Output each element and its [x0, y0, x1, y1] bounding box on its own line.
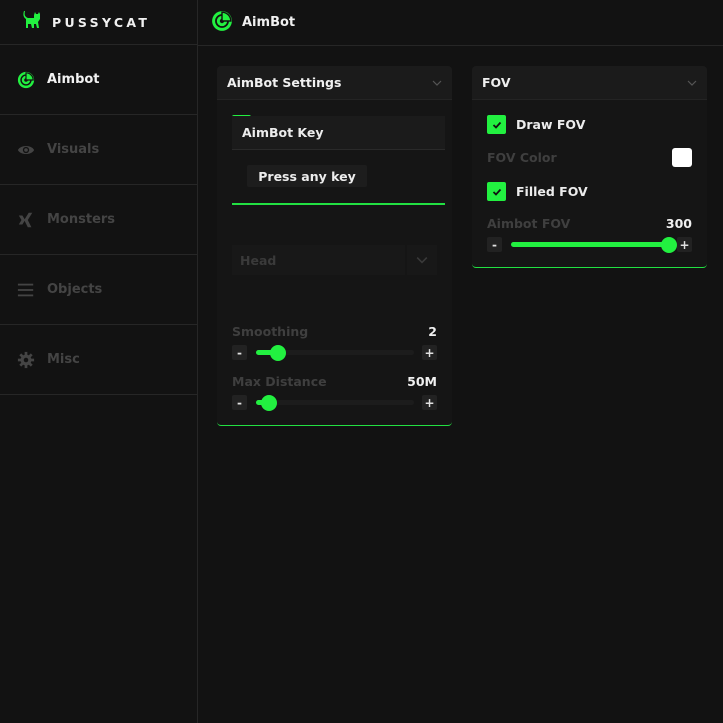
sidebar-item-visuals[interactable]: Visuals: [0, 115, 197, 185]
header: AimBot: [198, 0, 723, 46]
sidebar-item-label: Monsters: [47, 212, 116, 227]
filled-fov-row: Filled FOV: [487, 182, 692, 201]
slider-thumb[interactable]: [661, 236, 677, 253]
smoothing-label: Smoothing: [232, 324, 309, 339]
sidebar: PUSSYCAT Aimbot Visuals Monsters Objects…: [0, 0, 198, 723]
chevron-down-icon: [687, 80, 697, 86]
sidebar-item-label: Visuals: [47, 142, 100, 157]
max-distance-slider[interactable]: [256, 394, 414, 411]
brand: PUSSYCAT: [0, 0, 197, 45]
sidebar-item-label: Objects: [47, 282, 103, 297]
slider-thumb[interactable]: [270, 344, 287, 361]
smoothing-increase-button[interactable]: +: [422, 345, 437, 360]
radar-icon: [211, 10, 233, 36]
chevron-down-icon: [432, 80, 442, 86]
hitbox-dropdown-button[interactable]: [407, 245, 437, 275]
smoothing-value: 2: [428, 324, 437, 339]
sidebar-item-objects[interactable]: Objects: [0, 255, 197, 325]
smoothing-slider[interactable]: [256, 344, 414, 361]
fov-color-row: FOV Color: [487, 148, 692, 167]
max-distance-decrease-button[interactable]: -: [232, 395, 247, 410]
max-distance-label: Max Distance: [232, 374, 327, 389]
aimbot-fov-decrease-button[interactable]: -: [487, 237, 502, 252]
sidebar-item-aimbot[interactable]: Aimbot: [0, 45, 197, 115]
draw-fov-label: Draw FOV: [516, 117, 586, 132]
draw-fov-checkbox[interactable]: [487, 115, 506, 134]
card-title: FOV: [482, 75, 511, 90]
hitbox-select[interactable]: Head: [232, 245, 405, 275]
menu-lines-icon: [17, 281, 35, 299]
sidebar-item-label: Aimbot: [47, 72, 100, 87]
aimbot-fov-label: Aimbot FOV: [487, 216, 571, 231]
aimbot-fov-slider[interactable]: [511, 236, 677, 253]
smoothing-decrease-button[interactable]: -: [232, 345, 247, 360]
sidebar-item-monsters[interactable]: Monsters: [0, 185, 197, 255]
smoothing-label-row: Smoothing 2: [232, 324, 437, 339]
aimbot-fov-slider-row: - +: [487, 236, 692, 253]
card-title: AimBot Settings: [227, 75, 342, 90]
fov-header[interactable]: FOV: [472, 66, 707, 100]
sidebar-item-label: Misc: [47, 352, 80, 367]
fov-card: FOV Draw FOV FOV Color Filled FOV Aimbot…: [472, 66, 707, 268]
aimbot-settings-card: AimBot Settings Enable Aimbot AimBot Key…: [217, 66, 452, 426]
aimbot-fov-label-row: Aimbot FOV 300: [487, 216, 692, 231]
aimbot-fov-value: 300: [665, 216, 692, 231]
draw-fov-row: Draw FOV: [487, 115, 692, 134]
aimbot-fov-increase-button[interactable]: +: [677, 237, 692, 252]
check-icon: [492, 121, 501, 129]
eye-icon: [17, 141, 35, 159]
cat-icon: [22, 10, 42, 34]
max-distance-value: 50M: [407, 374, 437, 389]
gear-icon: [17, 351, 35, 369]
slider-fill: [511, 242, 669, 247]
smoothing-slider-row: - +: [232, 344, 437, 361]
xing-icon: [17, 211, 35, 229]
slider-thumb[interactable]: [260, 394, 277, 411]
filled-fov-checkbox[interactable]: [487, 182, 506, 201]
brand-name: PUSSYCAT: [52, 14, 151, 30]
filled-fov-label: Filled FOV: [516, 184, 588, 199]
aimbot-settings-header[interactable]: AimBot Settings: [217, 66, 452, 100]
keybind-underline: [232, 203, 445, 205]
aimbot-key-label: AimBot Key: [232, 116, 445, 150]
chevron-down-icon: [416, 257, 428, 264]
max-distance-label-row: Max Distance 50M: [232, 374, 437, 389]
fov-color-label: FOV Color: [487, 150, 557, 165]
radar-icon: [17, 71, 35, 89]
fov-color-swatch[interactable]: [672, 148, 692, 167]
check-icon: [492, 188, 501, 196]
max-distance-increase-button[interactable]: +: [422, 395, 437, 410]
page-title: AimBot: [242, 15, 296, 30]
max-distance-slider-row: - +: [232, 394, 437, 411]
sidebar-item-misc[interactable]: Misc: [0, 325, 197, 395]
press-any-key-button[interactable]: Press any key: [247, 165, 367, 187]
